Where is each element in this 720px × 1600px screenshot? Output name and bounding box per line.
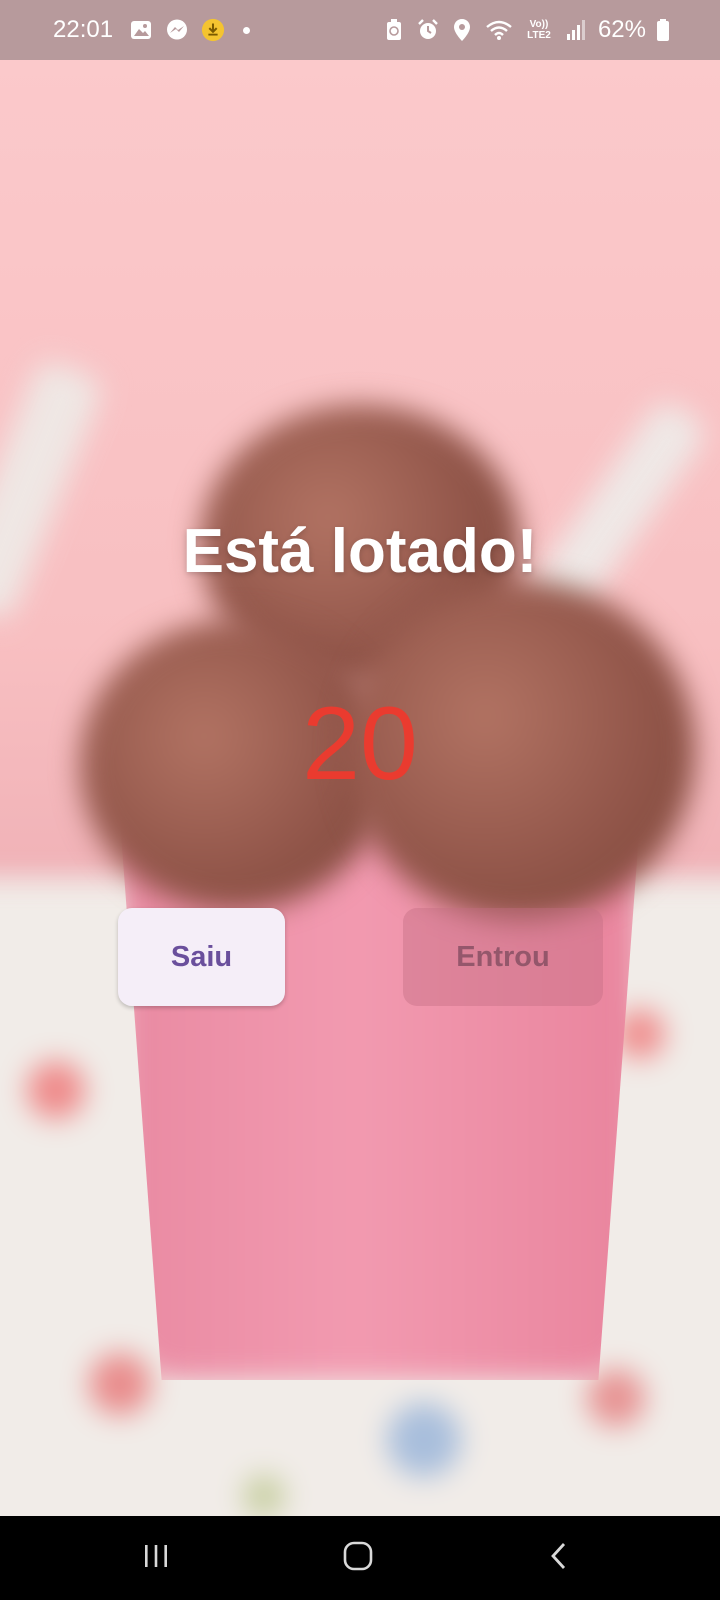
volte-bottom-label: LTE2 — [527, 30, 551, 41]
battery-icon — [656, 18, 670, 42]
main-content: Está lotado! 20 Saiu Entrou — [0, 0, 720, 1600]
back-icon — [545, 1541, 575, 1576]
home-icon — [342, 1540, 374, 1577]
recents-button[interactable] — [96, 1516, 216, 1600]
battery-percent: 62% — [597, 16, 646, 43]
volte-icon: Vo)) LTE2 — [524, 18, 554, 42]
recents-icon — [141, 1541, 171, 1576]
entrou-button[interactable]: Entrou — [403, 908, 603, 1006]
messenger-icon — [165, 18, 189, 42]
alarm-icon — [416, 18, 440, 42]
capacity-headline: Está lotado! — [182, 517, 538, 586]
navigation-bar — [0, 1516, 720, 1600]
status-time: 22:01 — [53, 16, 114, 43]
home-button[interactable] — [298, 1516, 418, 1600]
status-bar: 22:01 Vo)) LTE2 62% — [0, 0, 720, 60]
battery-saver-icon — [382, 18, 406, 42]
status-bar-left: 22:01 — [53, 16, 251, 44]
gallery-icon — [129, 18, 153, 42]
signal-icon — [564, 18, 588, 42]
more-notifications-dot — [243, 26, 251, 34]
people-count: 20 — [302, 686, 418, 802]
volte-top-label: Vo)) — [529, 19, 549, 30]
back-button[interactable] — [500, 1516, 620, 1600]
saiu-button[interactable]: Saiu — [118, 908, 285, 1006]
status-bar-right: Vo)) LTE2 62% — [382, 16, 670, 44]
location-icon — [450, 18, 474, 42]
wifi-icon — [484, 18, 514, 42]
download-icon — [201, 18, 225, 42]
